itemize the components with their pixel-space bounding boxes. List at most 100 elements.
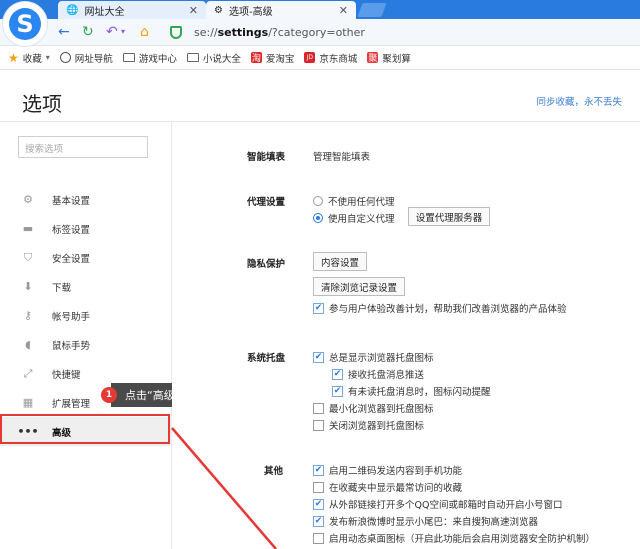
checkbox-checked[interactable]: ✔ [313, 498, 324, 510]
checkbox-unchecked[interactable] [313, 419, 324, 431]
address-suffix: /?category=other [268, 26, 365, 39]
address-bar[interactable]: se://settings/?category=other [170, 23, 640, 42]
ux-program-checkbox[interactable]: ✔ 参与用户体验改善计划，帮助我们改善浏览器的产品体验 [313, 301, 567, 315]
tray-close-checkbox[interactable]: 关闭浏览器到托盘图标 [313, 418, 424, 432]
other-option-checkbox[interactable]: ✔ 发布新浪微博时显示小尾巴：来自搜狗高速浏览器 [313, 514, 538, 528]
checkbox-label: 最小化浏览器到托盘图标 [329, 404, 434, 415]
bookmark-item[interactable]: 淘 爱淘宝 [250, 51, 295, 65]
key-icon: ⚷ [23, 309, 33, 322]
tab-label: 网址大全 [84, 6, 125, 18]
section-label-privacy: 隐私保护 [247, 259, 286, 270]
refresh-icon[interactable]: ↻ [82, 24, 94, 40]
juhuasuan-icon: 聚 [367, 52, 379, 64]
sidebar-item-account[interactable]: ⚷ 帐号助手 [0, 301, 172, 330]
other-option-checkbox[interactable]: 启用动态桌面图标（开启此功能后会启用浏览器安全防护机制） [313, 531, 595, 545]
search-input[interactable]: 搜索选项 [18, 136, 148, 158]
checkbox-checked[interactable]: ✔ [313, 515, 324, 527]
proxy-option-custom[interactable]: 使用自定义代理 [313, 211, 395, 225]
bookmark-favorites[interactable]: ★ 收藏 ▾ [8, 51, 50, 65]
proxy-server-button[interactable]: 设置代理服务器 [408, 207, 490, 226]
chevron-down-icon: ▾ [45, 53, 50, 62]
option-label: 不使用任何代理 [328, 197, 395, 208]
other-option-checkbox[interactable]: ✔ 启用二维码发送内容到手机功能 [313, 463, 462, 477]
tray-receive-push-checkbox[interactable]: ✔ 接收托盘消息推送 [332, 367, 424, 381]
folder-icon [122, 53, 135, 62]
sync-link[interactable]: 同步收藏，永不丢失 [536, 94, 622, 108]
page-title: 选项 [22, 92, 62, 116]
radio-button-selected[interactable] [313, 213, 323, 223]
undo-icon[interactable]: ↶ [106, 24, 118, 40]
checkbox-unchecked[interactable] [313, 481, 324, 493]
checkbox-label: 在收藏夹中显示最常访问的收藏 [329, 483, 463, 494]
manage-smart-fill-link[interactable]: 管理智能填表 [313, 149, 370, 163]
checkbox-checked[interactable]: ✔ [313, 302, 324, 314]
sidebar-item-download[interactable]: ⬇ 下载 [0, 272, 172, 301]
security-shield-icon [170, 26, 182, 39]
option-label: 使用自定义代理 [328, 214, 395, 225]
content-settings-button[interactable]: 内容设置 [313, 252, 367, 271]
bookmark-item[interactable]: 小说大全 [186, 51, 241, 65]
clear-history-settings-button[interactable]: 清除浏览记录设置 [313, 277, 405, 296]
tab-icon: ▬ [22, 222, 34, 235]
sidebar-item-label: 扩展管理 [52, 398, 91, 410]
sidebar-item-label: 下载 [52, 282, 72, 294]
tab-nav[interactable]: 🌐 网址大全 ✕ [58, 1, 206, 19]
tray-show-icon-checkbox[interactable]: ✔ 总是显示浏览器托盘图标 [313, 350, 434, 364]
sidebar-item-label: 标签设置 [52, 224, 91, 236]
proxy-option-none[interactable]: 不使用任何代理 [313, 194, 395, 208]
bookmark-label: 网址导航 [74, 53, 113, 65]
section-label-tray: 系统托盘 [247, 353, 286, 364]
globe-icon: 🌐 [66, 4, 79, 16]
checkbox-label: 从外部链接打开多个QQ空间或邮箱时自动开启小号窗口 [329, 500, 563, 511]
checkbox-label: 关闭浏览器到托盘图标 [329, 421, 425, 432]
sidebar-item-label: 帐号助手 [52, 311, 91, 323]
tray-blink-checkbox[interactable]: ✔ 有未读托盘消息时，图标闪动提醒 [332, 384, 491, 398]
tray-minimize-checkbox[interactable]: 最小化浏览器到托盘图标 [313, 401, 434, 415]
tab-settings[interactable]: ⚙ 选项-高级 ✕ [206, 1, 356, 19]
bookmark-label: 游戏中心 [138, 53, 177, 65]
bookmark-label: 收藏 [22, 53, 42, 65]
checkbox-unchecked[interactable] [313, 402, 324, 414]
bookmark-item[interactable]: JD 京东商城 [304, 51, 357, 65]
close-icon[interactable]: ✕ [339, 4, 348, 17]
sidebar-item-basic[interactable]: ⚙ 基本设置 [0, 185, 172, 214]
bookmark-label: 爱淘宝 [265, 53, 295, 65]
folder-icon [186, 53, 199, 62]
settings-content: 智能填表 管理智能填表 代理设置 不使用任何代理 使用自定义代理 设置代理服务器… [172, 122, 640, 549]
other-option-checkbox[interactable]: 在收藏夹中显示最常访问的收藏 [313, 480, 462, 494]
bookmark-label: 小说大全 [202, 53, 241, 65]
sidebar-item-tabs[interactable]: ▬ 标签设置 [0, 214, 172, 243]
mouse-icon: ◖ [25, 338, 31, 351]
bookmarks-bar: ★ 收藏 ▾ 网址导航 游戏中心 小说大全 淘 爱淘宝 JD 京东商城 聚 聚划… [0, 46, 640, 70]
new-tab-button[interactable] [357, 3, 387, 17]
sidebar-item-gestures[interactable]: ◖ 鼠标手势 [0, 330, 172, 359]
page-header: 选项 同步收藏，永不丢失 [0, 70, 640, 122]
bookmark-item[interactable]: 网址导航 [59, 51, 113, 65]
sidebar-item-security[interactable]: ⛉ 安全设置 [0, 243, 172, 272]
highlight-box [0, 414, 170, 444]
home-icon[interactable]: ⌂ [140, 24, 149, 40]
checkbox-label: 接收托盘消息推送 [348, 370, 425, 381]
tab-label: 选项-高级 [228, 6, 273, 18]
close-icon[interactable]: ✕ [189, 4, 198, 17]
bookmark-item[interactable]: 聚 聚划算 [367, 51, 411, 65]
shortcut-icon: ⤢ [23, 366, 33, 380]
chevron-down-icon[interactable]: ▾ [121, 27, 125, 36]
address-host: settings [217, 26, 269, 39]
other-option-checkbox[interactable]: ✔ 从外部链接打开多个QQ空间或邮箱时自动开启小号窗口 [313, 497, 562, 511]
radio-button[interactable] [313, 196, 323, 206]
checkbox-unchecked[interactable] [313, 532, 324, 544]
address-prefix: se:// [194, 26, 218, 39]
download-icon: ⬇ [23, 280, 33, 293]
checkbox-checked[interactable]: ✔ [313, 351, 324, 363]
checkbox-checked[interactable]: ✔ [332, 385, 343, 397]
bookmark-label: 聚划算 [382, 53, 411, 65]
jd-icon: JD [304, 52, 316, 63]
checkbox-checked[interactable]: ✔ [313, 464, 324, 476]
navigation-bar: ← ↻ ↶ ▾ ⌂ se://settings/?category=other [0, 19, 640, 46]
checkbox-checked[interactable]: ✔ [332, 368, 343, 380]
back-icon[interactable]: ← [58, 24, 70, 40]
browser-logo[interactable]: S [3, 2, 47, 46]
sidebar-item-label: 安全设置 [52, 253, 91, 265]
bookmark-item[interactable]: 游戏中心 [122, 51, 177, 65]
